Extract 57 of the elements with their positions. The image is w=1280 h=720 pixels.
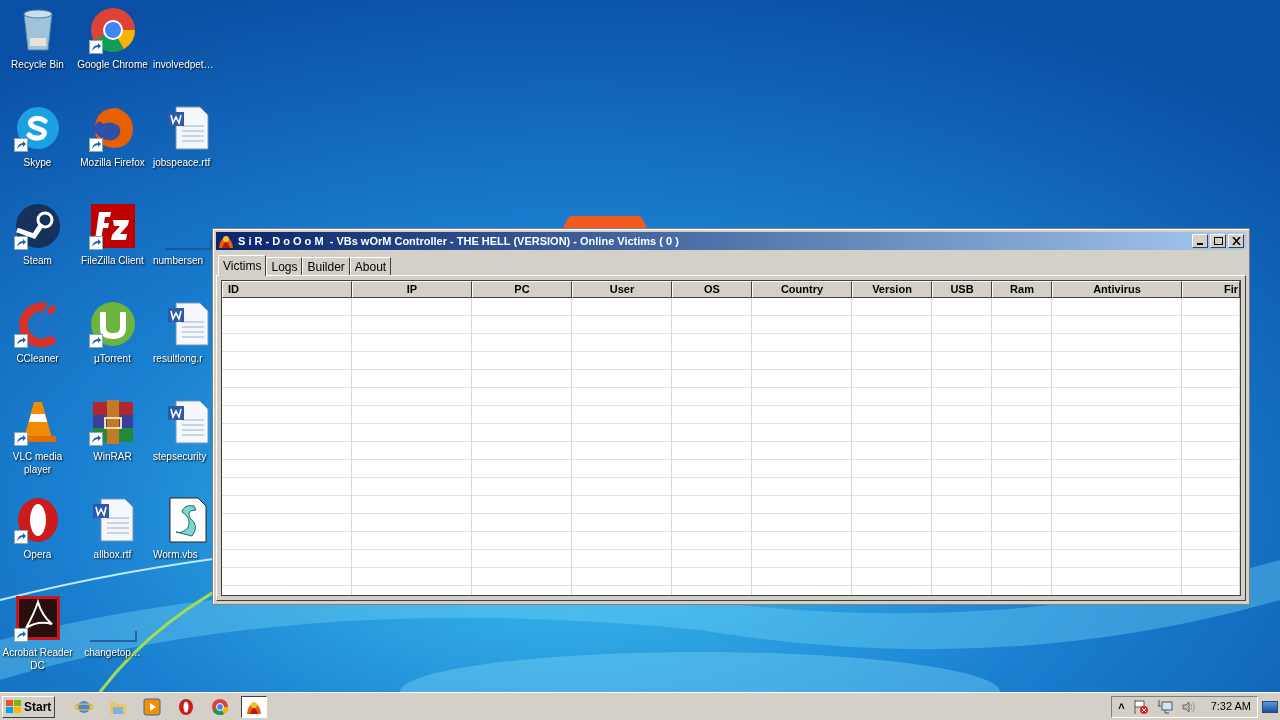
windows-logo-icon: [6, 699, 22, 714]
column-header[interactable]: ID: [222, 281, 352, 298]
tab[interactable]: Builder: [302, 257, 350, 275]
window-title: S i R - D o O o M - VBs wOrM Controller - THE HELL (VERSION) - Online Victims ( 0 ): [238, 233, 679, 249]
desktop-icon-label[interactable]: jobspeace.rtf: [153, 156, 211, 169]
desktop-icon-label[interactable]: Skype: [23, 156, 52, 169]
start-button[interactable]: Start: [2, 695, 56, 718]
column-header[interactable]: User: [572, 281, 672, 298]
maximize-icon: [1213, 237, 1223, 245]
column-header[interactable]: Version: [852, 281, 932, 298]
flame-figure-icon: [218, 233, 234, 249]
desktop-icon-label[interactable]: Worm.vbs: [153, 548, 198, 561]
steam-icon: [13, 202, 62, 250]
tab[interactable]: About: [349, 257, 392, 275]
desktop-icon-label[interactable]: CCleaner: [16, 352, 59, 365]
desktop-icon-label[interactable]: Google Chrome: [77, 58, 148, 71]
tab[interactable]: Logs: [266, 257, 303, 275]
desktop-icon-label[interactable]: numbersen: [153, 254, 204, 267]
column-header[interactable]: USB: [932, 281, 992, 298]
desktop-icon-label[interactable]: allbox.rtf: [93, 548, 132, 561]
column-header[interactable]: Ram: [992, 281, 1052, 298]
minimize-button[interactable]: [1192, 234, 1208, 248]
close-button[interactable]: [1228, 234, 1244, 248]
play-icon: [143, 697, 162, 716]
chrome-icon: [88, 6, 137, 54]
column-header[interactable]: Antivirus: [1052, 281, 1182, 298]
desktop-icon-label[interactable]: VLC media player: [0, 450, 75, 476]
column-header[interactable]: PC: [472, 281, 572, 298]
desktop-icon-label[interactable]: µTorrent: [94, 352, 131, 365]
tray-expand-button[interactable]: ˄: [1118, 698, 1125, 715]
blank-file-icon: [163, 238, 212, 250]
blank-file-icon: [88, 630, 137, 642]
desktop-icon-label[interactable]: Recycle Bin: [11, 58, 64, 71]
tab[interactable]: Victims: [218, 255, 267, 276]
opera-icon: [177, 697, 196, 716]
column-header[interactable]: Country: [752, 281, 852, 298]
close-icon: [1231, 237, 1241, 245]
desktop-icon-label[interactable]: involvedpet…: [153, 58, 214, 71]
chrome-icon: [211, 697, 230, 716]
maximize-button[interactable]: [1210, 234, 1226, 248]
show-desktop-button[interactable]: [1262, 700, 1278, 713]
taskbar-button[interactable]: [241, 695, 268, 718]
column-header[interactable]: OS: [672, 281, 752, 298]
desktop-icon-label[interactable]: FileZilla Client: [81, 254, 144, 267]
desktop-icon-label[interactable]: stepsecurity: [153, 450, 207, 463]
network-icon: [1156, 698, 1173, 715]
flag-icon: [1132, 698, 1149, 715]
clock[interactable]: 7:32 AM: [1210, 698, 1251, 715]
desktop-icon-label[interactable]: WinRAR: [93, 450, 132, 463]
column-header[interactable]: IP: [352, 281, 472, 298]
desktop-icon-label[interactable]: resultlong.r: [153, 352, 203, 365]
column-header[interactable]: Fir: [1182, 281, 1240, 298]
desktop-icon-label[interactable]: Mozilla Firefox: [80, 156, 145, 169]
desktop-icon-label[interactable]: Steam: [23, 254, 52, 267]
blank-file-icon: [163, 42, 212, 54]
utorrent-icon: [88, 300, 137, 348]
desktop-icon-label[interactable]: Opera: [23, 548, 52, 561]
